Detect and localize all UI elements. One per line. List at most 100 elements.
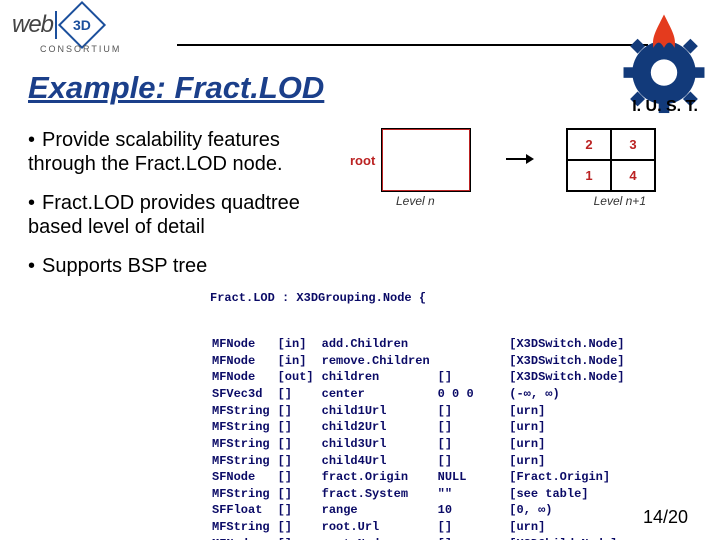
code-row: MFNode[in]add.Children [X3DSwitch.Node]	[212, 337, 659, 352]
code-row: SFFloat[]range10[0, ∞)	[212, 503, 659, 518]
code-cell: [urn]	[503, 454, 659, 469]
code-table: MFNode[in]add.Children[X3DSwitch.Node] M…	[210, 335, 661, 540]
code-header: Fract.LOD : X3DGrouping.Node {	[210, 291, 661, 306]
code-cell: [X3DSwitch.Node]	[503, 354, 659, 369]
code-cell: SFVec3d	[212, 387, 276, 402]
grid-level-n1: 2 3 1 4	[566, 128, 656, 192]
bullet-item: •Provide scalability features through th…	[28, 128, 348, 177]
code-cell: child4Url	[322, 454, 436, 469]
code-cell: []	[438, 370, 502, 385]
code-cell: [urn]	[503, 420, 659, 435]
code-cell: []	[278, 454, 320, 469]
code-cell	[438, 337, 502, 352]
code-cell: SFFloat	[212, 503, 276, 518]
code-cell: MFNode	[212, 337, 276, 352]
code-row: MFString[]child2Url[][urn]	[212, 420, 659, 435]
code-cell: []	[438, 437, 502, 452]
arrow-right-icon	[504, 128, 534, 190]
code-cell: [Fract.Origin]	[503, 470, 659, 485]
code-cell: []	[278, 387, 320, 402]
logo-3d-diamond: 3D	[58, 1, 106, 49]
code-cell: root.Url	[322, 520, 436, 535]
code-cell: child3Url	[322, 437, 436, 452]
code-row: MFString[]child4Url[][urn]	[212, 454, 659, 469]
code-cell: MFString	[212, 520, 276, 535]
code-cell: []	[278, 503, 320, 518]
code-cell: fract.Origin	[322, 470, 436, 485]
code-cell: range	[322, 503, 436, 518]
code-cell: add.Children	[322, 337, 436, 352]
code-cell: MFString	[212, 487, 276, 502]
code-cell: [in]	[278, 337, 320, 352]
code-cell: [urn]	[503, 520, 659, 535]
code-cell: [X3DSwitch.Node]	[503, 337, 659, 352]
grid-root-box	[382, 129, 470, 191]
code-cell: [out]	[278, 370, 320, 385]
code-cell: SFNode	[212, 470, 276, 485]
code-cell: MFString	[212, 420, 276, 435]
code-cell: fract.System	[322, 487, 436, 502]
code-cell: (-∞, ∞)	[503, 387, 659, 402]
code-cell: MFString	[212, 454, 276, 469]
header-rule	[177, 44, 648, 46]
code-cell: []	[278, 404, 320, 419]
code-cell: []	[438, 454, 502, 469]
code-cell: []	[278, 520, 320, 535]
code-cell: []	[278, 537, 320, 540]
page-number: 14/20	[643, 507, 688, 528]
level-n-label: Level n	[396, 194, 435, 208]
slide-title: Example: Fract.LOD	[28, 70, 324, 106]
code-row: MFString[]fract.System""[see table]	[212, 487, 659, 502]
code-cell: []	[438, 420, 502, 435]
grid-cell-bl: 1	[567, 160, 611, 191]
code-row: MFString[]child1Url[][urn]	[212, 404, 659, 419]
code-cell: [in]	[278, 354, 320, 369]
code-cell	[438, 354, 502, 369]
code-cell: [urn]	[503, 437, 659, 452]
code-cell: []	[438, 404, 502, 419]
level-diagram: root 2 3 1 4 Level n Level n+1	[350, 128, 660, 208]
code-row: MFNode[]root.Node[][X3DChild.Node]	[212, 537, 659, 540]
code-cell: MFString	[212, 437, 276, 452]
code-cell: MFString	[212, 404, 276, 419]
code-cell: NULL	[438, 470, 502, 485]
code-cell: [X3DSwitch.Node]	[503, 370, 659, 385]
code-cell: child1Url	[322, 404, 436, 419]
logo-text-web: web	[12, 11, 53, 39]
code-cell: child2Url	[322, 420, 436, 435]
code-row: MFNode[in]remove.Children[X3DSwitch.Node…	[212, 354, 659, 369]
code-row: SFNode[]fract.OriginNULL[Fract.Origin]	[212, 470, 659, 485]
code-cell: [X3DChild.Node]	[503, 537, 659, 540]
code-row: MFString[]child3Url[][urn]	[212, 437, 659, 452]
code-cell: MFNode	[212, 537, 276, 540]
iust-label: I. U. S. T.	[632, 98, 698, 116]
code-cell: [0, ∞)	[503, 503, 659, 518]
code-cell: [see table]	[503, 487, 659, 502]
code-block: Fract.LOD : X3DGrouping.Node { MFNode[in…	[210, 262, 661, 540]
code-cell: 0 0 0	[438, 387, 502, 402]
diagram-root-label: root	[350, 153, 375, 168]
web3d-logo: web 3D	[12, 8, 708, 42]
grid-cell-tr: 3	[611, 129, 655, 160]
logo-text-consortium: CONSORTIUM	[40, 44, 121, 54]
code-cell: MFNode	[212, 354, 276, 369]
code-cell: ""	[438, 487, 502, 502]
code-cell: MFNode	[212, 370, 276, 385]
flame-icon	[653, 14, 675, 47]
code-cell: []	[278, 487, 320, 502]
code-cell: center	[322, 387, 436, 402]
code-cell: []	[438, 520, 502, 535]
code-cell: []	[278, 437, 320, 452]
level-n1-label: Level n+1	[594, 194, 646, 208]
code-cell: []	[278, 420, 320, 435]
code-row: SFVec3d[]center0 0 0(-∞, ∞)	[212, 387, 659, 402]
grid-level-n	[381, 128, 471, 192]
code-cell: root.Node	[322, 537, 436, 540]
code-cell: [urn]	[503, 404, 659, 419]
grid-cell-br: 4	[611, 160, 655, 191]
code-row: MFString[]root.Url[][urn]	[212, 520, 659, 535]
code-row: MFNode[out]children[][X3DSwitch.Node]	[212, 370, 659, 385]
code-cell: []	[438, 537, 502, 540]
grid-cell-tl: 2	[567, 129, 611, 160]
bullet-item: •Fract.LOD provides quadtree based level…	[28, 191, 348, 240]
